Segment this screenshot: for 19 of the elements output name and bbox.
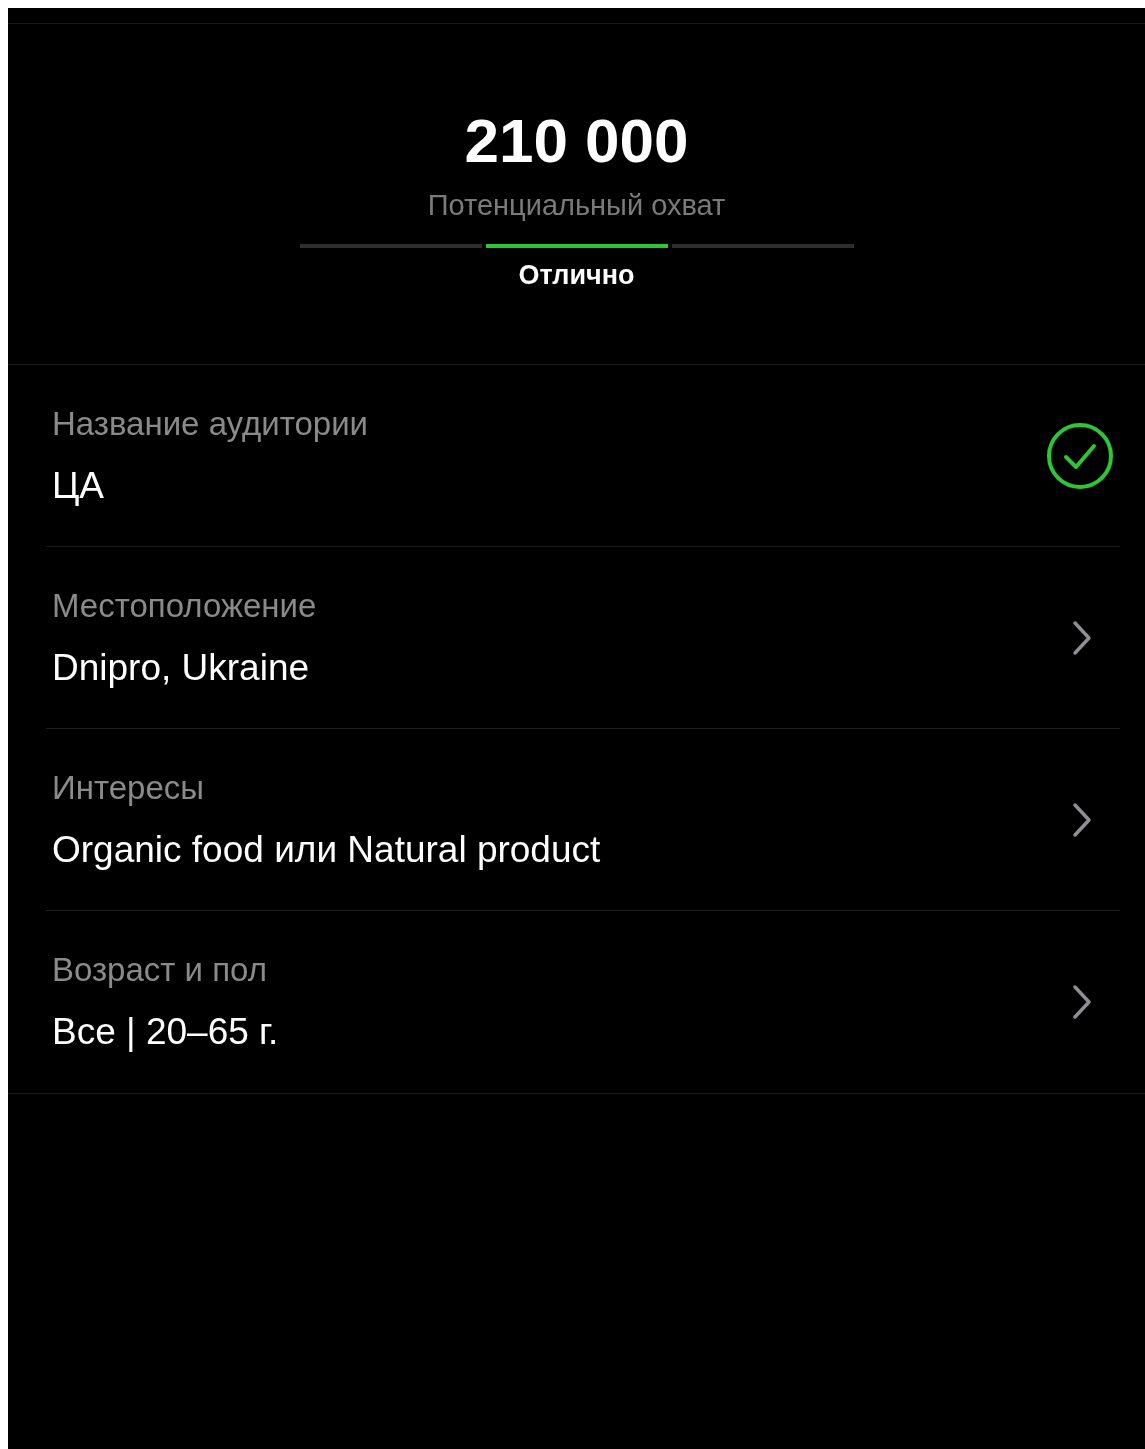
chevron-icon — [1072, 984, 1092, 1020]
row-value: Все | 20–65 г. — [52, 1011, 279, 1053]
row-value: ЦА — [52, 464, 106, 507]
row-label: Название аудитории — [52, 404, 369, 443]
settings-row[interactable]: Интересы Organic food или Natural product — [46, 729, 1120, 911]
settings-row[interactable]: Название аудитории ЦА — [46, 365, 1120, 547]
chevron-icon — [1072, 619, 1092, 656]
row-label: Интересы — [52, 768, 205, 807]
row-value: Organic food или Natural product — [52, 828, 601, 871]
reach-caption: Потенциальный охват — [427, 189, 726, 222]
reach-count: 210 000 — [464, 105, 689, 177]
settings-row[interactable]: Местоположение Dnipro, Ukraine — [46, 547, 1120, 729]
check-circle-icon — [1046, 421, 1114, 490]
meter-label: Отлично — [518, 260, 635, 291]
settings-row[interactable]: Возраст и пол Все | 20–65 г. — [46, 911, 1120, 1093]
row-label: Возраст и пол — [52, 951, 268, 989]
row-value: Dnipro, Ukraine — [52, 646, 311, 689]
row-label: Местоположение — [52, 586, 317, 625]
chevron-icon — [1072, 801, 1092, 838]
